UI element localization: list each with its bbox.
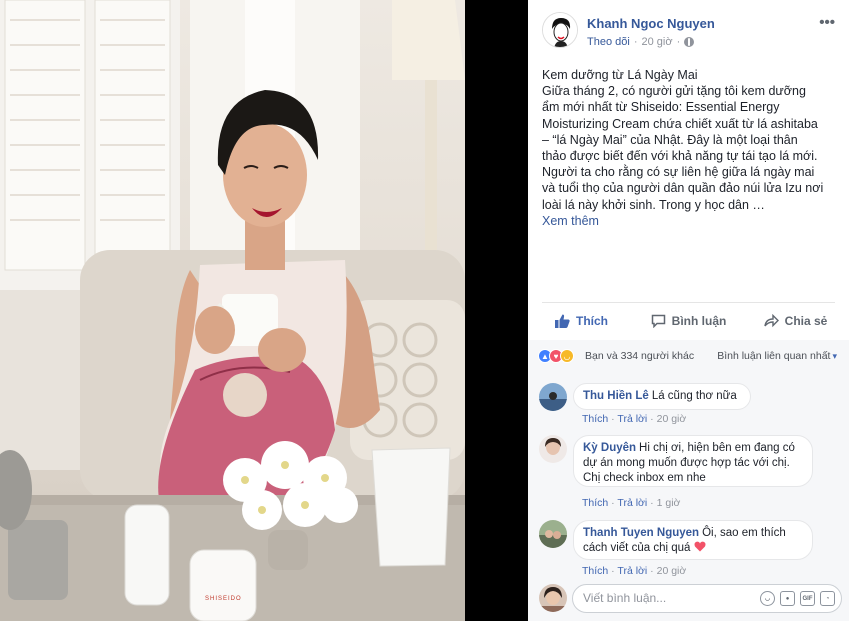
post-line: Người ta cho rằng có sự liên hệ giữa lá … bbox=[542, 165, 815, 180]
like-button[interactable]: Thích bbox=[528, 306, 635, 336]
comment-text: Chị check inbox em nhe bbox=[583, 471, 706, 484]
reaction-summary[interactable]: Bạn và 334 người khác bbox=[585, 350, 694, 362]
comment-text: Hi chị ơi, hiện bên em đang có bbox=[639, 442, 795, 454]
author-avatar[interactable] bbox=[542, 12, 578, 48]
reactions-bar: ▲ ♥ ◡ Bạn và 334 người khác Bình luận li… bbox=[528, 340, 849, 370]
gif-icon[interactable]: GIF bbox=[800, 591, 815, 606]
comment-actions: Thích · Trả lời · 1 giờ bbox=[582, 497, 681, 509]
author-avatar-illustration bbox=[543, 13, 577, 47]
reaction-icons[interactable]: ▲ ♥ ◡ bbox=[538, 349, 574, 363]
post-line: và tuổi thọ của người dân quần đảo núi l… bbox=[542, 181, 824, 196]
globe-icon bbox=[684, 37, 695, 47]
comment-label: Bình luận bbox=[671, 314, 727, 328]
author-name[interactable]: Khanh Ngoc Nguyen bbox=[587, 16, 715, 31]
current-user-avatar-image bbox=[539, 584, 567, 612]
more-options-icon[interactable]: ••• bbox=[819, 14, 835, 31]
commenter-name[interactable]: Kỳ Duyên bbox=[583, 442, 636, 454]
comment-like-link[interactable]: Thích bbox=[582, 565, 608, 577]
post-line: Kem dưỡng từ Lá Ngày Mai bbox=[542, 68, 698, 82]
post-header: Khanh Ngoc Nguyen Theo dõi · 20 giờ · ••… bbox=[528, 0, 849, 60]
camera-icon[interactable]: ● bbox=[780, 591, 795, 606]
commenter-name[interactable]: Thu Hiền Lê bbox=[583, 390, 649, 402]
post-line: loài lá này khởi sinh. Trong y học dân … bbox=[542, 197, 765, 212]
comment-like-link[interactable]: Thích bbox=[582, 497, 608, 509]
comment-reply-link[interactable]: Trả lời bbox=[617, 413, 647, 425]
post-line: Giữa tháng 2, có người gửi tặng tôi kem … bbox=[542, 84, 806, 99]
actions-divider-top bbox=[542, 302, 835, 303]
comment-actions: Thích · Trả lời · 20 giờ bbox=[582, 413, 687, 425]
comment-bubble: Thanh Tuyen Nguyen Ôi, sao em thích cách … bbox=[573, 520, 813, 560]
comment-like-link[interactable]: Thích bbox=[582, 413, 608, 425]
photo-illustration bbox=[0, 0, 465, 621]
commenter-avatar-image bbox=[539, 520, 567, 548]
post-side-panel: Khanh Ngoc Nguyen Theo dõi · 20 giờ · ••… bbox=[528, 0, 849, 621]
like-label: Thích bbox=[576, 314, 608, 328]
comment-input[interactable] bbox=[583, 591, 743, 605]
comment-text: Lá cũng thơ nữa bbox=[651, 390, 737, 402]
share-label: Chia sẻ bbox=[784, 314, 828, 328]
comment-time[interactable]: 1 giờ bbox=[657, 497, 681, 509]
share-button[interactable]: Chia sẻ bbox=[742, 306, 849, 336]
comment-reply-link[interactable]: Trả lời bbox=[617, 497, 647, 509]
commenter-avatar[interactable] bbox=[539, 520, 567, 548]
post-time[interactable]: 20 giờ bbox=[641, 36, 672, 48]
post-actions: Thích Bình luận Chia sẻ bbox=[528, 306, 849, 336]
commenter-avatar[interactable] bbox=[539, 435, 567, 463]
comment-bubble: Kỳ Duyên Hi chị ơi, hiện bên em đang có d… bbox=[573, 435, 813, 487]
haha-reaction-icon: ◡ bbox=[560, 349, 574, 363]
comment-input-box[interactable]: ◡ ● GIF ◔ bbox=[572, 584, 842, 613]
comment-text: Ôi, sao em thích bbox=[702, 527, 786, 539]
comments-list: Thu Hiền Lê Lá cũng thơ nữa Thích · Trả l… bbox=[528, 370, 849, 580]
cream-brand-label: SHISEIDO bbox=[205, 596, 242, 602]
follow-link[interactable]: Theo dõi bbox=[587, 36, 630, 48]
meta-separator-2: · bbox=[676, 36, 681, 48]
comment-composer: ◡ ● GIF ◔ bbox=[528, 580, 849, 621]
composer-tools: ◡ ● GIF ◔ bbox=[760, 591, 835, 606]
post-line: Moisturizing Cream chứa chiết xuất từ lá… bbox=[542, 116, 818, 131]
sort-label: Bình luận liên quan nhất bbox=[717, 350, 831, 362]
post-meta: Theo dõi · 20 giờ · bbox=[587, 36, 695, 48]
post-body: Kem dưỡng từ Lá Ngày Mai Giữa tháng 2, c… bbox=[542, 67, 842, 229]
comment-bubble-icon bbox=[651, 314, 665, 328]
emoji-icon[interactable]: ◡ bbox=[760, 591, 775, 606]
commenter-avatar-image bbox=[539, 383, 567, 411]
comment-time[interactable]: 20 giờ bbox=[657, 565, 687, 577]
heart-emoji-icon bbox=[694, 541, 706, 552]
see-more-link[interactable]: Xem thêm bbox=[542, 213, 842, 229]
post-photo[interactable]: SHISEIDO bbox=[0, 0, 465, 621]
post-line: thảo được biết đến với khả năng tự tái t… bbox=[542, 149, 818, 164]
comment-text: dự án mong muốn được hợp tác với chị. bbox=[583, 456, 790, 469]
current-user-avatar[interactable] bbox=[539, 584, 567, 612]
commenter-name[interactable]: Thanh Tuyen Nguyen bbox=[583, 527, 699, 539]
share-arrow-icon bbox=[763, 314, 779, 328]
comment-actions: Thích · Trả lời · 20 giờ bbox=[582, 565, 687, 577]
commenter-avatar-image bbox=[539, 435, 567, 463]
lightbox-gap bbox=[465, 0, 528, 621]
post-line: – “lá Ngày Mai” của Nhật. Đây là một loạ… bbox=[542, 132, 798, 147]
comment-sort-dropdown[interactable]: Bình luận liên quan nhất ▾ bbox=[717, 350, 837, 362]
post-line: ẩm mới nhất từ Shiseido: Essential Energ… bbox=[542, 100, 780, 115]
comment-bubble: Thu Hiền Lê Lá cũng thơ nữa bbox=[573, 383, 751, 410]
comment-time[interactable]: 20 giờ bbox=[657, 413, 687, 425]
comment-button[interactable]: Bình luận bbox=[635, 306, 742, 336]
chevron-down-icon: ▾ bbox=[832, 351, 837, 361]
commenter-avatar[interactable] bbox=[539, 383, 567, 411]
meta-separator: · bbox=[633, 36, 638, 48]
thumbs-up-icon bbox=[555, 314, 570, 328]
comment-text: cách viết của chị quá bbox=[583, 541, 691, 554]
comment-reply-link[interactable]: Trả lời bbox=[617, 565, 647, 577]
sticker-icon[interactable]: ◔ bbox=[820, 591, 835, 606]
